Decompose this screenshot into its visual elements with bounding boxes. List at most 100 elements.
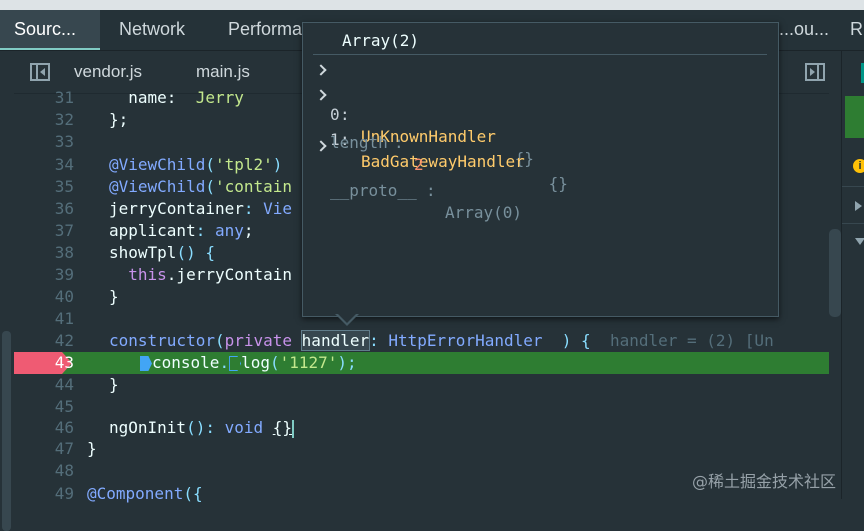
execution-pointer-icon <box>140 356 152 371</box>
line-number[interactable]: 46 <box>14 417 74 439</box>
popover-divider <box>313 54 767 55</box>
line-number[interactable]: 38 <box>14 242 74 264</box>
text-caret <box>292 419 295 438</box>
code-text: jerryContainer: Vie <box>109 198 292 220</box>
expand-section-icon[interactable] <box>855 201 862 211</box>
code-token: @ViewChild <box>109 155 206 174</box>
code-token: . <box>219 353 230 372</box>
debugger-side-panel: i <box>841 51 864 499</box>
code-token: '1127' <box>279 353 338 372</box>
expand-arrow-icon[interactable] <box>315 140 327 152</box>
code-token: handler <box>300 330 371 351</box>
code-token: {} <box>272 418 293 437</box>
code-token: : <box>243 199 264 218</box>
code-text: } <box>109 374 119 396</box>
line-number[interactable]: 47 <box>14 438 74 460</box>
array-item-row[interactable]: 1: BadGatewayHandler {} <box>303 85 568 193</box>
toggle-navigator-icon[interactable] <box>30 63 50 81</box>
code-text: } <box>87 438 97 460</box>
code-text: applicant: any; <box>109 220 254 242</box>
code-token: console <box>152 353 220 372</box>
proto-key: __proto__ <box>330 181 417 200</box>
code-token: ; <box>243 221 254 240</box>
code-token: () { <box>176 243 215 262</box>
code-token: handler = (2) [Un <box>590 331 774 350</box>
inline-breakpoint-icon[interactable] <box>229 356 242 371</box>
code-token: Jerry <box>195 88 244 107</box>
code-token: }; <box>109 110 129 129</box>
left-scrollbar[interactable] <box>2 331 11 531</box>
collapse-section-icon[interactable] <box>855 238 864 245</box>
editor-scrollbar[interactable] <box>829 229 841 317</box>
tab-performance[interactable]: Performa <box>228 10 302 50</box>
code-token: applicant <box>109 221 196 240</box>
variable-hover-popover: Array(2) 0: UnKnownHandler {} 1: BadGate… <box>302 22 779 317</box>
code-token: ( <box>269 353 280 372</box>
proto-value: Array(0) <box>445 203 523 222</box>
expand-arrow-icon[interactable] <box>315 89 327 101</box>
code-token: ); <box>337 353 357 372</box>
line-number[interactable]: 32 <box>14 109 74 131</box>
code-token: } <box>87 439 97 458</box>
code-token: constructor <box>109 331 215 350</box>
line-number[interactable]: 43 <box>14 352 74 374</box>
code-line[interactable]: 44} <box>14 374 829 396</box>
line-number[interactable]: 39 <box>14 264 74 286</box>
tab-network[interactable]: Network <box>119 10 185 50</box>
line-number[interactable]: 31 <box>14 87 74 109</box>
line-number[interactable]: 35 <box>14 176 74 198</box>
code-token: (): <box>186 418 225 437</box>
item-class-name: BadGatewayHandler <box>361 152 525 171</box>
code-token: any <box>214 221 244 240</box>
code-text: ngOnInit(): void {} <box>109 417 295 439</box>
expand-arrow-icon[interactable] <box>315 64 327 76</box>
code-token: log <box>241 353 270 372</box>
tab-sources[interactable]: Sourc... <box>0 10 100 50</box>
line-number[interactable]: 49 <box>14 483 74 505</box>
code-token: Vie <box>263 199 293 218</box>
code-token: .jerryContain <box>166 265 293 284</box>
code-text: @Component({ <box>87 483 203 505</box>
line-number[interactable]: 34 <box>14 154 74 176</box>
code-token: ( <box>205 155 215 174</box>
line-number[interactable]: 41 <box>14 308 74 330</box>
line-number[interactable]: 33 <box>14 131 74 153</box>
proto-row[interactable]: __proto__: Array(0) <box>303 136 522 222</box>
toggle-debugger-icon[interactable] <box>805 63 825 81</box>
current-execution-line[interactable]: 43 console. log('1127'); <box>14 352 829 374</box>
line-number[interactable]: 37 <box>14 220 74 242</box>
code-line[interactable]: 46 ngOnInit(): void {} <box>14 417 829 439</box>
tab-more[interactable]: R <box>850 10 863 50</box>
code-token: : <box>369 331 389 350</box>
popover-pointer-inner <box>337 313 357 323</box>
popover-title: Array(2) <box>342 31 420 50</box>
code-line[interactable]: 47} <box>14 438 829 460</box>
line-number[interactable]: 44 <box>14 374 74 396</box>
line-number[interactable]: 42 <box>14 330 74 352</box>
code-text: console. log('1127'); <box>140 352 357 374</box>
code-text: @ViewChild('contain <box>109 176 292 198</box>
line-number[interactable]: 36 <box>14 198 74 220</box>
code-token: ({ <box>183 484 203 503</box>
code-token: jerryContainer <box>109 199 244 218</box>
code-token: void <box>224 418 273 437</box>
code-text: this.jerryContain <box>109 264 292 286</box>
code-text: @ViewChild('tpl2') <box>109 154 282 176</box>
code-token: @Component <box>87 484 184 503</box>
line-number[interactable]: 40 <box>14 286 74 308</box>
tab-hidden[interactable]: ...ou... <box>779 10 829 50</box>
code-text: name: Jerry <box>109 87 244 109</box>
info-icon[interactable]: i <box>853 159 864 173</box>
line-number[interactable]: 45 <box>14 396 74 418</box>
code-line[interactable]: 45 <box>14 396 829 418</box>
code-token: ) { <box>561 331 591 350</box>
line-number[interactable]: 48 <box>14 460 74 482</box>
code-token: 'tpl2' <box>214 155 273 174</box>
code-token: @ViewChild <box>109 177 206 196</box>
array-item-row[interactable]: 0: UnKnownHandler {} <box>303 60 534 168</box>
length-value: 2 <box>414 155 424 174</box>
code-token: : <box>195 221 215 240</box>
code-token: 'contain <box>214 177 293 196</box>
code-line[interactable]: 42 constructor(private handler: HttpError… <box>14 330 829 352</box>
window-top-strip <box>0 0 864 10</box>
